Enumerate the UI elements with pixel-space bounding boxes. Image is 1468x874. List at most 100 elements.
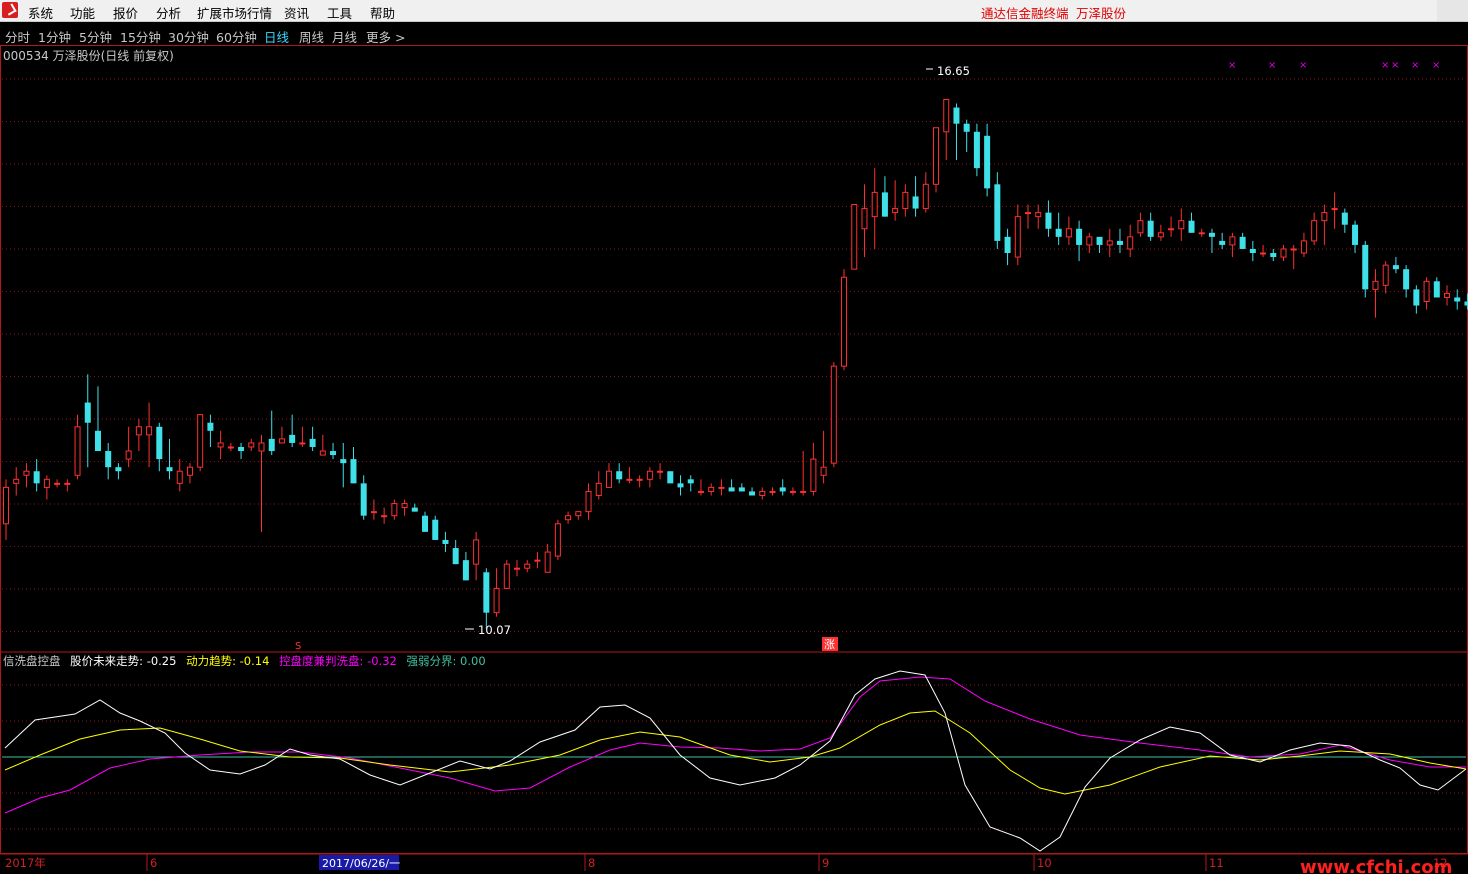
menu-help[interactable]: 帮助 — [370, 3, 395, 22]
candle-body — [1208, 232, 1215, 237]
menu-extended-market[interactable]: 扩展市场行情 — [197, 3, 272, 22]
menu-function[interactable]: 功能 — [70, 3, 95, 22]
candle-body — [1168, 228, 1175, 231]
candle-body — [953, 107, 960, 124]
stock-header: 000534 万泽股份(日线 前复权) — [3, 48, 174, 63]
legend-momentum-value: -0.14 — [240, 654, 270, 668]
menu-bar: 系统 功能 报价 分析 扩展市场行情 资讯 工具 帮助 通达信金融终端 万泽股份 — [0, 0, 1468, 22]
extreme-labels: 16.65 10.07 — [465, 64, 970, 637]
tab-30min[interactable]: 30分钟 — [168, 27, 209, 46]
cursor-date-label: 2017/06/26/一 — [322, 857, 400, 870]
candle-body — [626, 478, 633, 481]
app-logo-icon[interactable] — [2, 2, 18, 18]
candle-body — [943, 98, 950, 133]
candle-body — [697, 490, 704, 493]
candle-body — [1372, 280, 1379, 290]
candle-body — [514, 567, 520, 570]
candle-body — [1229, 236, 1236, 246]
candle-body — [1382, 264, 1389, 286]
candle-body — [401, 503, 408, 509]
menu-quote[interactable]: 报价 — [113, 3, 138, 22]
candle-body — [330, 451, 337, 456]
candle-body — [146, 426, 153, 436]
candle-body — [3, 486, 9, 525]
candle-body — [718, 486, 725, 489]
legend-divide-value: 0.00 — [460, 654, 486, 668]
candle-body — [677, 483, 684, 488]
candle-body — [473, 539, 480, 565]
candle-body — [1157, 232, 1164, 238]
candle-body — [1260, 252, 1267, 255]
candle-body — [1444, 292, 1451, 298]
candle-body — [902, 191, 909, 210]
menu-news[interactable]: 资讯 — [284, 3, 309, 22]
tab-weekly[interactable]: 周线 — [299, 27, 324, 46]
tab-5min[interactable]: 5分钟 — [79, 27, 112, 46]
signal-mark: × — [1432, 60, 1440, 71]
menu-system[interactable]: 系统 — [28, 3, 53, 22]
candle-body — [605, 470, 612, 488]
legend-control-label: 控盘度兼判洗盘: — [279, 654, 363, 668]
candle-body — [1454, 297, 1461, 302]
candle-body — [462, 560, 469, 581]
tab-1min[interactable]: 1分钟 — [38, 27, 71, 46]
signal-mark: × — [1391, 60, 1399, 71]
candle-body — [309, 438, 316, 447]
legend-divide-label: 强弱分界: — [407, 654, 457, 668]
x-label-8: 8 — [588, 856, 595, 870]
candle-body — [115, 467, 122, 472]
candle-body — [105, 451, 112, 468]
candle-body — [1004, 236, 1011, 254]
candle-body — [1014, 216, 1021, 258]
candle-body — [1362, 244, 1369, 290]
candle-body — [1352, 224, 1359, 245]
x-label-6: 6 — [150, 856, 157, 870]
candle-body — [278, 438, 285, 444]
signal-mark: × — [1411, 60, 1419, 71]
candle-body — [1127, 236, 1134, 250]
s-marker: S — [295, 641, 301, 652]
tab-15min[interactable]: 15分钟 — [120, 27, 161, 46]
candle-body — [1423, 280, 1430, 303]
menu-tools[interactable]: 工具 — [327, 3, 352, 22]
indicator-name: 信洗盘控盘 — [3, 654, 61, 668]
candle-body — [483, 572, 490, 613]
tab-monthly[interactable]: 月线 — [332, 27, 357, 46]
signal-mark: × — [1228, 60, 1236, 71]
candle-body — [217, 442, 224, 448]
candle-body — [933, 127, 940, 185]
kline-chart[interactable]: 000534 万泽股份(日线 前复权) × × × × × × × 16.65 10.07 … — [0, 45, 1468, 874]
candle-body — [135, 426, 142, 436]
tab-fenshi[interactable]: 分时 — [5, 27, 30, 46]
indicator-legend: 信洗盘控盘 股价未来走势: -0.25 动力趋势: -0.14 控盘度兼判洗盘:… — [3, 654, 486, 668]
candle-body — [422, 515, 429, 532]
min-price-label: 10.07 — [478, 623, 511, 637]
window-control-button[interactable] — [1437, 0, 1468, 21]
candle-body — [912, 196, 919, 209]
tab-daily[interactable]: 日线 — [264, 27, 289, 46]
candle-body — [411, 507, 418, 512]
x-label-2017: 2017年 — [5, 856, 46, 870]
candle-body — [1433, 281, 1440, 298]
candle-body — [186, 466, 193, 476]
tab-more[interactable]: 更多 > — [366, 27, 405, 46]
candle-body — [1188, 220, 1195, 233]
candle-body — [1025, 212, 1031, 215]
x-label-10: 10 — [1037, 856, 1052, 870]
candle-body — [1413, 289, 1420, 306]
stock-name-title: 万泽股份 — [1076, 6, 1127, 21]
candle-body — [871, 191, 878, 218]
candle-body — [94, 430, 101, 452]
candle-body — [452, 548, 459, 565]
tab-60min[interactable]: 60分钟 — [216, 27, 257, 46]
candlesticks — [3, 98, 1468, 629]
menu-analysis[interactable]: 分析 — [156, 3, 181, 22]
candle-body — [922, 183, 929, 210]
legend-future-value: -0.25 — [147, 654, 177, 668]
candle-body — [1076, 228, 1083, 245]
candle-body — [1035, 212, 1042, 218]
candle-body — [636, 478, 643, 481]
candle-body — [1219, 240, 1226, 245]
candle-body — [1321, 212, 1328, 222]
candle-body — [728, 487, 735, 492]
